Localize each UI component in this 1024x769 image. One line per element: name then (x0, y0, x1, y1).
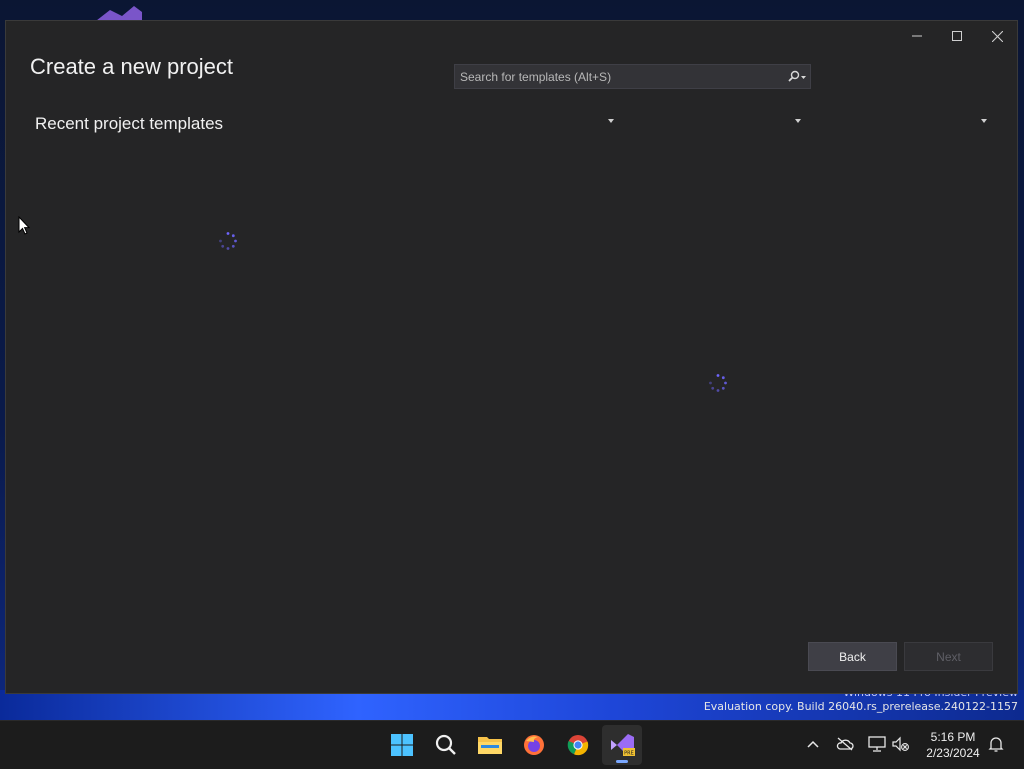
platform-filter-dropdown[interactable] (643, 112, 803, 132)
network-icon (868, 736, 886, 752)
svg-text:PRE: PRE (624, 751, 634, 757)
template-search-input[interactable] (455, 68, 784, 85)
file-explorer-button[interactable] (470, 725, 510, 765)
language-filter-dropdown[interactable] (456, 112, 616, 132)
firefox-icon (524, 735, 544, 755)
start-button[interactable] (382, 725, 422, 765)
create-project-window: Create a new project Recent project temp… (5, 20, 1018, 694)
file-explorer-icon (478, 737, 502, 754)
taskbar-search-button[interactable] (426, 725, 466, 765)
search-icon (435, 734, 456, 755)
taskbar: PRE 5:16 PM 2/23/2024 (0, 720, 1024, 769)
maximize-button[interactable] (937, 21, 977, 51)
search-options-icon[interactable] (784, 65, 810, 88)
chevron-down-icon (608, 119, 614, 123)
start-icon (391, 734, 413, 756)
maximize-icon (952, 31, 962, 41)
chrome-icon (567, 735, 589, 756)
chevron-up-icon (807, 740, 819, 748)
close-icon (991, 30, 1003, 42)
desktop-watermark-line2: Evaluation copy. Build 26040.rs_prerelea… (703, 700, 1018, 713)
bell-icon (988, 737, 1004, 752)
project-type-filter-dropdown[interactable] (829, 112, 989, 132)
back-button[interactable]: Back (808, 642, 897, 671)
page-title: Create a new project (30, 54, 233, 79)
next-button[interactable]: Next (904, 642, 993, 671)
chrome-button[interactable] (558, 725, 598, 765)
close-button[interactable] (977, 21, 1017, 51)
window-controls (897, 21, 1017, 51)
volume-tray-button[interactable] (890, 733, 912, 755)
volume-muted-icon (892, 736, 909, 752)
chevron-down-icon (981, 119, 987, 123)
clock-time: 5:16 PM (930, 730, 976, 744)
show-hidden-icons-button[interactable] (802, 733, 824, 755)
template-search-box[interactable] (454, 64, 811, 89)
onedrive-tray-button[interactable] (834, 733, 856, 755)
network-tray-button[interactable] (866, 733, 888, 755)
mouse-cursor-icon (18, 216, 30, 235)
recent-templates-loading-spinner (219, 232, 237, 250)
minimize-button[interactable] (897, 21, 937, 51)
cloud-offline-icon (836, 737, 854, 751)
firefox-button[interactable] (514, 725, 554, 765)
recent-templates-heading: Recent project templates (35, 114, 224, 133)
minimize-icon (912, 35, 922, 37)
notifications-button[interactable] (985, 733, 1007, 755)
visual-studio-preview-icon: PRE (611, 734, 635, 757)
system-clock[interactable]: 5:16 PM 2/23/2024 (920, 729, 986, 761)
template-list-loading-spinner (709, 374, 727, 392)
clock-date: 2/23/2024 (926, 746, 980, 760)
active-app-indicator (616, 760, 628, 763)
chevron-down-icon (795, 119, 801, 123)
visual-studio-preview-button[interactable]: PRE (602, 725, 642, 765)
